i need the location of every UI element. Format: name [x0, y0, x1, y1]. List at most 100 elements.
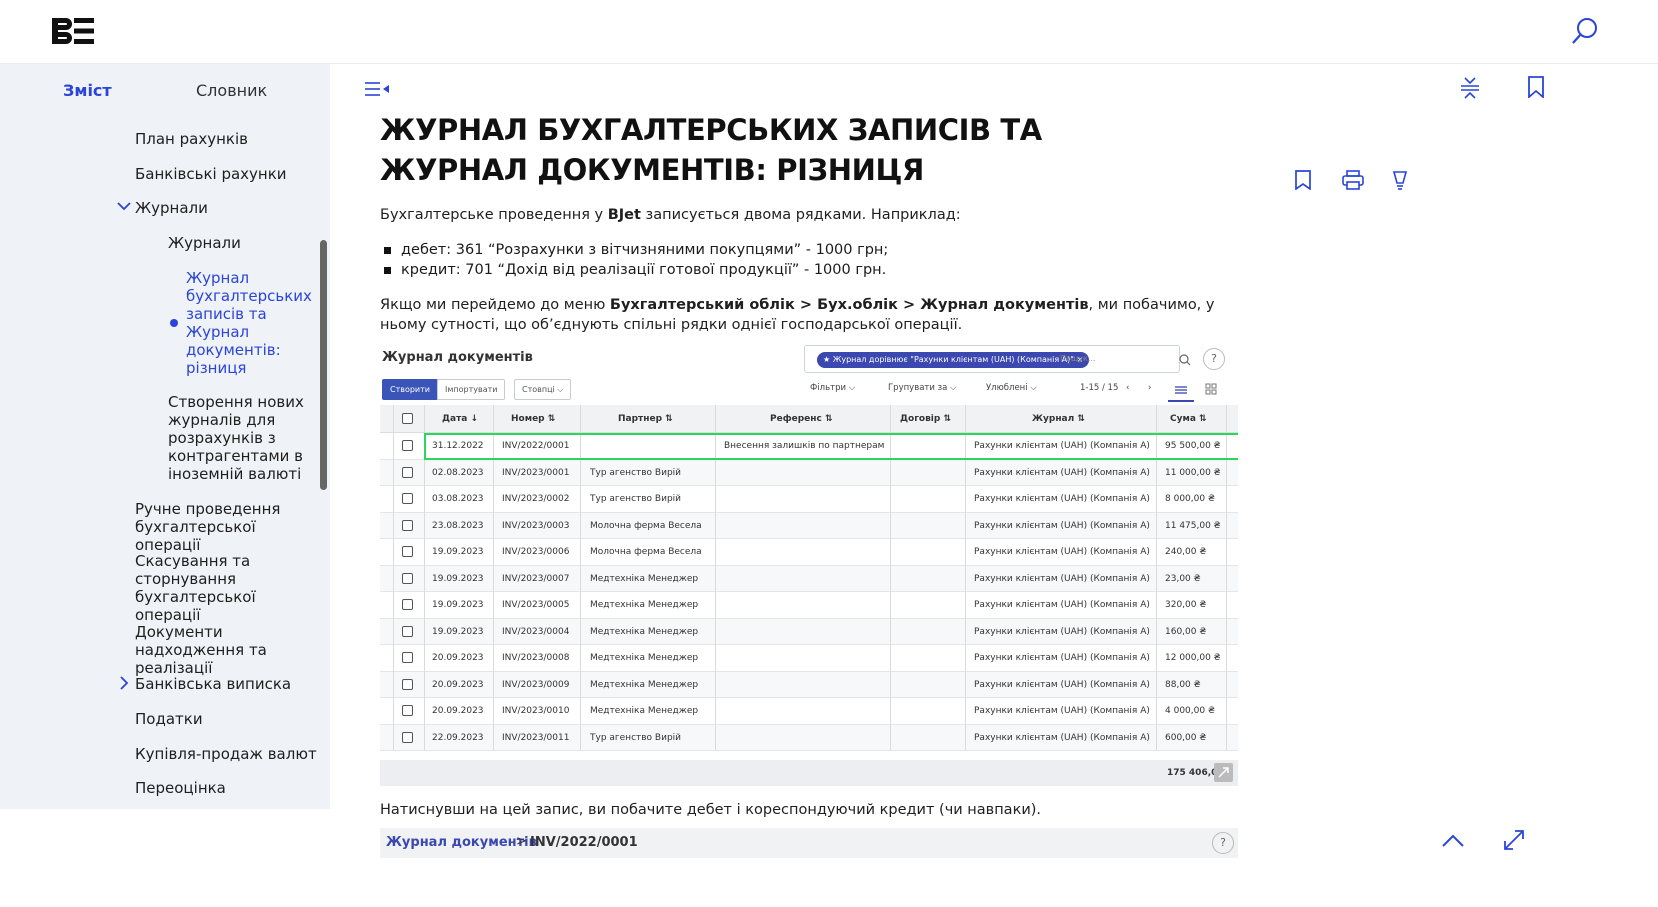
cell-amount: 4 000,00 ₴: [1165, 706, 1215, 716]
collapse-icon[interactable]: [1460, 76, 1480, 100]
cell-partner: Медтехніка Менеджер: [590, 706, 699, 716]
cell-number: INV/2023/0001: [502, 467, 570, 478]
sidebar-item-taxes[interactable]: Податки: [135, 710, 203, 728]
cell-journal: Рахунки клієнтам (UAH) (Компанія А): [974, 732, 1150, 743]
cell-journal: Рахунки клієнтам (UAH) (Компанія А): [974, 494, 1150, 504]
chevron-right-icon[interactable]: [119, 676, 129, 690]
fullscreen-icon[interactable]: [1502, 828, 1526, 852]
cell-amount: 160,00 ₴: [1165, 626, 1207, 637]
tab-contents[interactable]: Зміст: [63, 81, 112, 100]
chevron-down-icon[interactable]: [117, 201, 131, 211]
cell-date: 20.09.2023: [432, 679, 484, 690]
help-icon: ?: [1212, 832, 1234, 854]
cell-number: INV/2023/0007: [502, 573, 570, 584]
sidebar-item-manual-posting[interactable]: Ручне проведення бухгалтерської операції: [135, 500, 315, 554]
breadcrumb-screenshot: Журнал документів > INV/2022/0001 ?: [380, 828, 1238, 858]
cell-partner: Медтехніка Менеджер: [590, 626, 699, 637]
import-button: Імпортувати: [437, 379, 506, 400]
create-button: Створити: [382, 379, 438, 400]
sidebar-item-bank-statement[interactable]: Банківська виписка: [135, 675, 291, 693]
row-checkbox: [402, 599, 413, 610]
table-row: 19.09.2023 INV/2023/0004 Медтехніка Менедж…: [380, 618, 1238, 645]
cell-number: INV/2023/0011: [502, 732, 570, 743]
sidebar-item-chart-of-accounts[interactable]: План рахунків: [135, 130, 248, 148]
cell-journal: Рахунки клієнтам (UAH) (Компанія А): [974, 679, 1150, 690]
row-checkbox: [402, 678, 413, 690]
sidebar-item-cancel-reverse[interactable]: Скасування та сторнування бухгалтерської…: [135, 552, 315, 624]
sidebar-scrollbar[interactable]: [320, 240, 327, 490]
table-row: 22.09.2023 INV/2023/0011 Тур агенство Вирі…: [380, 724, 1238, 751]
intro-paragraph: Бухгалтерське проведення у BJet записуєт…: [380, 207, 961, 223]
screenshot-title: Журнал документів: [382, 350, 533, 365]
toc-toggle-icon[interactable]: [364, 80, 392, 98]
cell-journal: Рахунки клієнтам (UAH) (Компанія А): [974, 467, 1150, 478]
cell-date: 19.09.2023: [432, 626, 484, 637]
scroll-up-icon[interactable]: [1440, 828, 1466, 854]
cell-number: INV/2023/0010: [502, 706, 570, 716]
row-checkbox: [402, 625, 413, 637]
favorites-label: Улюблені ⌵: [986, 383, 1037, 393]
table-row: 03.08.2023 INV/2023/0002 Тур агенство Вирі…: [380, 486, 1238, 513]
logo[interactable]: [52, 18, 94, 44]
expand-image-icon: [1214, 763, 1233, 782]
lightbulb-icon[interactable]: [1392, 170, 1408, 192]
cell-journal: Рахунки клієнтам (UAH) (Компанія А): [974, 653, 1150, 663]
row-checkbox: [402, 466, 413, 478]
cell-partner: Молочна ферма Весела: [590, 520, 702, 531]
col-journal: Журнал ⇅: [1032, 414, 1085, 424]
cell-journal: Рахунки клієнтам (UAH) (Компанія А): [974, 573, 1150, 584]
sidebar-item-revaluation[interactable]: Переоцінка: [135, 779, 226, 797]
bookmark-icon[interactable]: [1528, 76, 1544, 98]
help-icon: ?: [1203, 348, 1225, 370]
row-checkbox: [402, 572, 413, 584]
bookmark-page-icon[interactable]: [1295, 170, 1311, 190]
print-icon[interactable]: [1342, 170, 1364, 190]
page-title: ЖУРНАЛ БУХГАЛТЕРСЬКИХ ЗАПИСІВ ТА ЖУРНАЛ …: [380, 113, 1042, 187]
tab-glossary[interactable]: Словник: [196, 81, 267, 100]
list-view-icon: [1168, 380, 1194, 402]
filter-chip: ★ Журнал дорівнює "Рахунки клієнтам (UAH…: [817, 352, 1090, 368]
sidebar-item-journals[interactable]: Журнали: [135, 199, 208, 217]
search-icon[interactable]: [1570, 16, 1600, 46]
table-row: 20.09.2023 INV/2023/0009 Медтехніка Менедж…: [380, 671, 1238, 698]
sidebar-item-receipts-sales[interactable]: Документи надходження та реалізації: [135, 623, 325, 677]
cell-number: INV/2023/0009: [502, 679, 570, 690]
col-amount: Сума ⇅: [1170, 414, 1207, 424]
cell-partner: Молочна ферма Весела: [590, 547, 702, 557]
sidebar-item-foreign-currency-journals[interactable]: Створення нових журналів для розрахунків…: [168, 393, 308, 483]
table-row: 02.08.2023 INV/2023/0001 Тур агенство Вирі…: [380, 459, 1238, 486]
col-contract: Договір ⇅: [900, 414, 951, 424]
cell-journal: Рахунки клієнтам (UAH) (Компанія А): [974, 626, 1150, 637]
table-row: 19.09.2023 INV/2023/0006 Молочна ферма Вес…: [380, 539, 1238, 566]
cell-partner: Тур агенство Вирій: [590, 494, 682, 504]
top-bar: [0, 0, 1658, 64]
sidebar-item-currency-exchange[interactable]: Купівля-продаж валют: [135, 745, 317, 763]
table-row: 20.09.2023 INV/2023/0008 Медтехніка Менедж…: [380, 645, 1238, 672]
cell-date: 20.09.2023: [432, 653, 484, 663]
row-checkbox: [402, 652, 413, 663]
row-checkbox: [402, 731, 413, 743]
cell-number: INV/2023/0005: [502, 600, 570, 610]
cell-date: 19.09.2023: [432, 600, 484, 610]
journal-documents-screenshot: Журнал документів ★ Журнал дорівнює "Рах…: [380, 342, 1238, 786]
cell-partner: Медтехніка Менеджер: [590, 573, 699, 584]
table-footer: 175 406,0(: [380, 760, 1238, 786]
cell-date: 23.08.2023: [432, 520, 484, 531]
cell-partner: Медтехніка Менеджер: [590, 653, 699, 663]
cell-date: 19.09.2023: [432, 573, 484, 584]
table-row: 19.09.2023 INV/2023/0005 Медтехніка Менедж…: [380, 592, 1238, 619]
sidebar-item-journal-difference[interactable]: Журнал бухгалтерських записів та Журнал …: [186, 269, 312, 377]
col-reference: Референс ⇅: [770, 414, 833, 424]
row-checkbox: [402, 519, 413, 531]
table-row: 23.08.2023 INV/2023/0003 Молочна ферма Вес…: [380, 512, 1238, 539]
group-by-label: Групувати за ⌵: [888, 383, 957, 393]
sidebar-subitem-journals[interactable]: Журнали: [168, 234, 241, 252]
menu-path-paragraph: Якщо ми перейдемо до меню Бухгалтерський…: [380, 297, 1215, 333]
sidebar-item-bank-accounts[interactable]: Банківські рахунки: [135, 165, 287, 183]
prev-icon: ‹: [1126, 383, 1130, 393]
breadcrumb-separator: >: [516, 834, 527, 849]
cell-amount: 600,00 ₴: [1165, 732, 1207, 743]
breadcrumb-current: INV/2022/0001: [530, 835, 638, 850]
highlighted-row-outline: [424, 433, 1238, 460]
cell-amount: 320,00 ₴: [1165, 600, 1207, 610]
